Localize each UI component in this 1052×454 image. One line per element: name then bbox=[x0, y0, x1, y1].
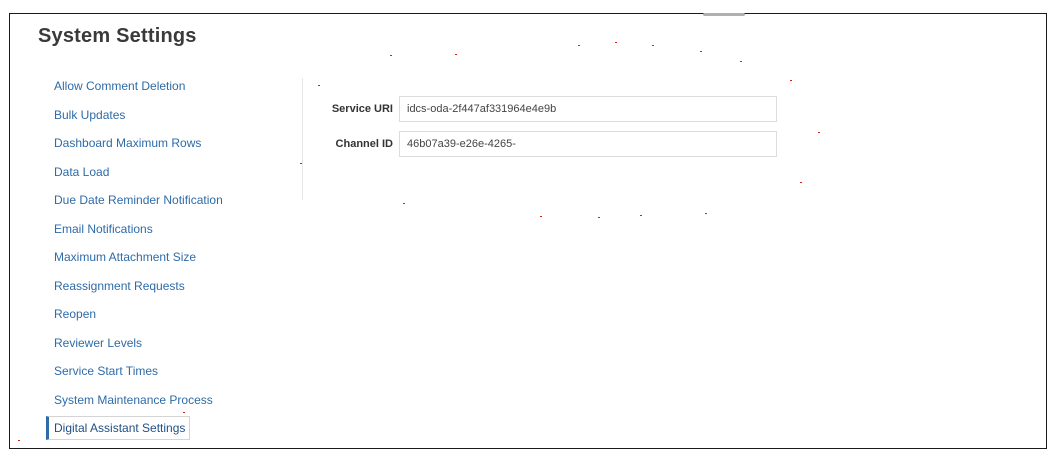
sidebar-item-allow-comment-deletion[interactable]: Allow Comment Deletion bbox=[46, 72, 286, 101]
redaction-speck bbox=[598, 217, 600, 218]
sidebar-item-data-load[interactable]: Data Load bbox=[46, 158, 286, 187]
sidebar-item-service-start-times[interactable]: Service Start Times bbox=[46, 357, 286, 386]
channel-id-label: Channel ID bbox=[335, 138, 393, 150]
panel-divider bbox=[302, 78, 303, 200]
sidebar-item-bulk-updates[interactable]: Bulk Updates bbox=[46, 101, 286, 130]
page-title: System Settings bbox=[38, 25, 197, 47]
sidebar-item-maximum-attachment-size[interactable]: Maximum Attachment Size bbox=[46, 243, 286, 272]
redaction-speck bbox=[578, 45, 580, 46]
sidebar-item-digital-assistant-settings[interactable]: Digital Assistant Settings bbox=[46, 416, 191, 440]
redaction-speck bbox=[652, 45, 654, 46]
redaction-speck bbox=[455, 54, 457, 55]
sidebar-item-reassignment-requests[interactable]: Reassignment Requests bbox=[46, 272, 286, 301]
settings-sidebar: Allow Comment Deletion Bulk Updates Dash… bbox=[46, 72, 286, 440]
redaction-speck bbox=[615, 42, 617, 43]
redaction-speck bbox=[318, 85, 320, 86]
sidebar-item-system-maintenance-process[interactable]: System Maintenance Process bbox=[46, 386, 286, 415]
redaction-speck bbox=[640, 215, 642, 216]
redaction-speck bbox=[705, 213, 707, 214]
sidebar-item-reopen[interactable]: Reopen bbox=[46, 300, 286, 329]
service-uri-input[interactable] bbox=[399, 96, 777, 122]
service-uri-label: Service URI bbox=[331, 103, 393, 115]
redaction-speck bbox=[818, 132, 820, 133]
redaction-speck bbox=[18, 440, 20, 441]
redaction-speck bbox=[800, 182, 802, 183]
redaction-speck bbox=[740, 61, 742, 62]
sidebar-item-due-date-reminder[interactable]: Due Date Reminder Notification bbox=[46, 186, 286, 215]
resize-handle[interactable] bbox=[703, 13, 745, 16]
sidebar-item-dashboard-maximum-rows[interactable]: Dashboard Maximum Rows bbox=[46, 129, 286, 158]
channel-id-input[interactable] bbox=[399, 131, 777, 157]
redaction-speck bbox=[700, 51, 702, 52]
redaction-speck bbox=[403, 203, 405, 204]
redaction-speck bbox=[790, 80, 792, 81]
redaction-speck bbox=[183, 412, 185, 413]
redaction-speck bbox=[300, 163, 302, 164]
sidebar-item-email-notifications[interactable]: Email Notifications bbox=[46, 215, 286, 244]
sidebar-item-reviewer-levels[interactable]: Reviewer Levels bbox=[46, 329, 286, 358]
redaction-speck bbox=[540, 216, 542, 217]
redaction-speck bbox=[390, 55, 392, 56]
